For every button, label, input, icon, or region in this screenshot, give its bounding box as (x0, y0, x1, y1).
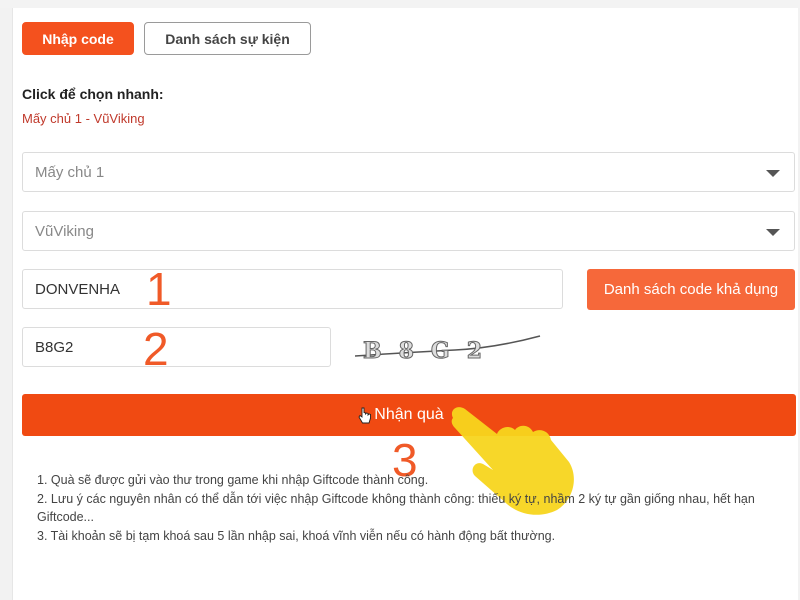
server-select-value: Mấy chủ 1 (35, 163, 105, 181)
captcha-text: B8G2 (363, 338, 499, 365)
note-item: 1. Quà sẽ được gửi vào thư trong game kh… (37, 473, 429, 487)
available-codes-button[interactable]: Danh sách code khả dụng (587, 269, 795, 310)
top-border (0, 0, 800, 8)
annotation-step-1: 1 (146, 263, 172, 315)
chevron-down-icon (766, 170, 780, 177)
giftcode-input[interactable]: DONVENHA (22, 269, 563, 309)
server-select[interactable]: Mấy chủ 1 (22, 152, 795, 192)
annotation-step-2: 2 (143, 323, 169, 375)
chevron-down-icon (766, 229, 780, 236)
captcha-image: B8G2 (355, 330, 545, 370)
character-select[interactable]: VũViking (22, 211, 795, 251)
quick-select-title: Click để chọn nhanh: (22, 86, 164, 102)
character-select-value: VũViking (35, 222, 94, 240)
note-item: 2. Lưu ý các nguyên nhân có thể dẫn tới … (37, 491, 755, 525)
captcha-input-value: B8G2 (35, 338, 74, 356)
giftcode-input-value: DONVENHA (35, 280, 121, 298)
tab-enter-code[interactable]: Nhập code (22, 22, 134, 55)
captcha-input[interactable]: B8G2 (22, 327, 331, 367)
claim-reward-button[interactable]: Nhận quà (22, 394, 796, 436)
notes-list: 1. Quà sẽ được gửi vào thư trong game kh… (37, 471, 767, 545)
quick-select-link[interactable]: Mấy chủ 1 - VũViking (22, 111, 145, 126)
pointer-cursor-icon (358, 407, 371, 424)
note-item: 3. Tài khoản sẽ bị tạm khoá sau 5 lần nh… (37, 528, 556, 543)
tab-event-list[interactable]: Danh sách sự kiện (144, 22, 311, 55)
